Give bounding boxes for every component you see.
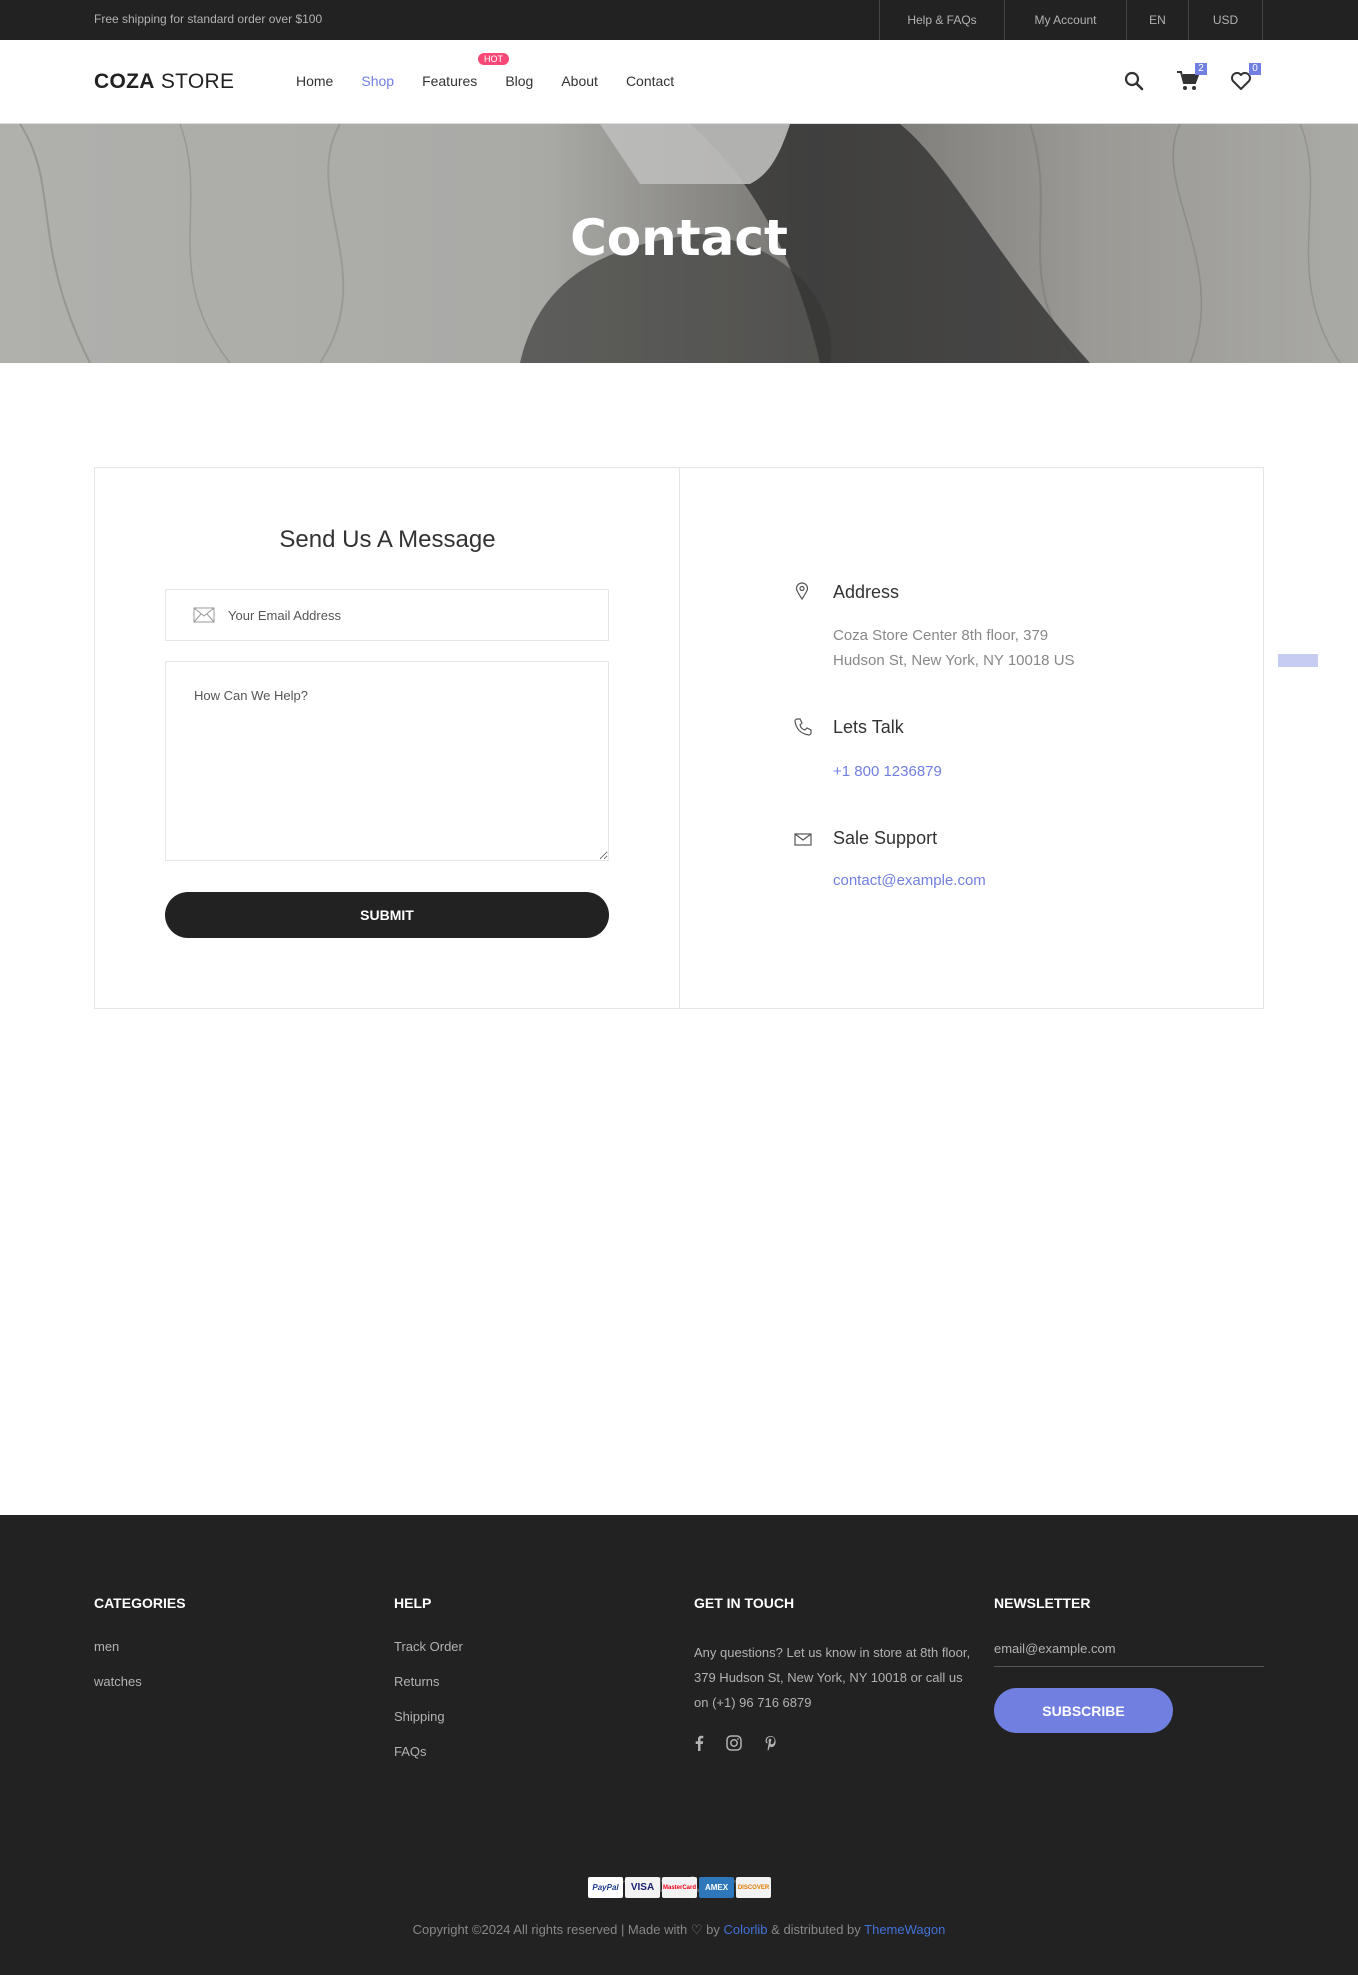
- get-in-touch-text: Any questions? Let us know in store at 8…: [694, 1645, 971, 1710]
- email-input[interactable]: [228, 590, 598, 640]
- newsletter-heading: NEWSLETTER: [994, 1595, 1091, 1611]
- address-line-1: Coza Store Center 8th floor, 379: [833, 627, 1049, 644]
- store-logo[interactable]: COZA STORE: [94, 70, 234, 94]
- top-links: Help & FAQs My Account EN USD: [879, 0, 1263, 40]
- discover-icon: DISCOVER: [736, 1877, 771, 1898]
- nav-contact[interactable]: Contact: [626, 73, 674, 89]
- footer-get-in-touch: GET IN TOUCH Any questions? Let us know …: [694, 1595, 970, 1751]
- nav-home[interactable]: Home: [296, 73, 333, 89]
- nav-about[interactable]: About: [561, 73, 598, 89]
- footer-categories: CATEGORIES men watches: [94, 1595, 186, 1689]
- nav-blog[interactable]: Blog: [505, 73, 533, 89]
- help-faqs-link[interactable]: Help & FAQs: [880, 0, 1005, 40]
- get-in-touch-heading: GET IN TOUCH: [694, 1595, 795, 1611]
- wishlist-count-badge: 0: [1249, 63, 1261, 75]
- main-header: COZA STORE Home Shop Features Blog About…: [0, 40, 1358, 124]
- faqs-link[interactable]: FAQs: [394, 1744, 427, 1759]
- currency-selector[interactable]: USD: [1189, 0, 1263, 40]
- message-field: [165, 661, 609, 861]
- side-tab[interactable]: [1278, 654, 1318, 667]
- track-order-link[interactable]: Track Order: [394, 1639, 463, 1654]
- phone-link[interactable]: +1 800 1236879: [833, 763, 942, 780]
- lets-talk-title: Lets Talk: [833, 717, 904, 737]
- categories-heading: CATEGORIES: [94, 1595, 186, 1611]
- amex-icon: AMEX: [699, 1877, 734, 1898]
- message-form: Send Us A Message SUBMIT: [95, 468, 680, 1008]
- submit-button[interactable]: SUBMIT: [165, 892, 609, 938]
- contact-section: Send Us A Message SUBMIT Address Coza St…: [94, 467, 1264, 1009]
- language-selector[interactable]: EN: [1127, 0, 1189, 40]
- category-link-watches[interactable]: watches: [94, 1674, 142, 1689]
- subscribe-button[interactable]: SUBSCRIBE: [994, 1688, 1173, 1733]
- my-account-link[interactable]: My Account: [1005, 0, 1127, 40]
- map-marker-icon: [795, 582, 809, 605]
- support-email-link[interactable]: contact@example.com: [833, 872, 986, 889]
- address-line-2: Hudson St, New York, NY 10018 US: [833, 652, 1075, 669]
- paypal-icon: PayPal: [588, 1877, 623, 1898]
- main-nav: Home Shop Features Blog About Contact: [296, 73, 702, 89]
- page-title: Contact: [570, 209, 788, 267]
- cart-count-badge: 2: [1195, 63, 1207, 75]
- mastercard-icon: MasterCard: [662, 1877, 697, 1898]
- nav-shop[interactable]: Shop: [361, 73, 394, 89]
- footer-help: HELP Track Order Returns Shipping FAQs: [394, 1595, 463, 1759]
- help-heading: HELP: [394, 1595, 432, 1611]
- phone-icon: [793, 717, 813, 742]
- shipping-promo: Free shipping for standard order over $1…: [94, 12, 323, 26]
- social-links: [694, 1735, 777, 1756]
- email-field: [165, 589, 609, 641]
- themewagon-link[interactable]: ThemeWagon: [864, 1922, 945, 1937]
- facebook-icon[interactable]: [694, 1735, 704, 1756]
- footer-newsletter: NEWSLETTER SUBSCRIBE: [994, 1595, 1264, 1733]
- pinterest-icon[interactable]: [764, 1735, 777, 1756]
- heart-icon: ♡: [690, 1922, 703, 1937]
- hero-banner: Contact: [0, 124, 1358, 363]
- form-heading: Send Us A Message: [279, 526, 496, 553]
- envelope-icon: [193, 607, 215, 628]
- footer: CATEGORIES men watches HELP Track Order …: [0, 1515, 1358, 1975]
- colorlib-link[interactable]: Colorlib: [723, 1922, 767, 1937]
- payment-methods: PayPal VISA MasterCard AMEX DISCOVER: [588, 1877, 771, 1898]
- visa-icon: VISA: [625, 1877, 660, 1898]
- envelope-icon: [794, 833, 812, 852]
- returns-link[interactable]: Returns: [394, 1674, 440, 1689]
- search-icon[interactable]: [1123, 70, 1145, 97]
- instagram-icon[interactable]: [726, 1735, 742, 1756]
- newsletter-email-input[interactable]: [994, 1631, 1264, 1667]
- shipping-link[interactable]: Shipping: [394, 1709, 445, 1724]
- sale-support-title: Sale Support: [833, 828, 938, 848]
- nav-features[interactable]: Features: [422, 73, 477, 89]
- address-title: Address: [833, 582, 900, 602]
- category-link-men[interactable]: men: [94, 1639, 119, 1654]
- message-textarea[interactable]: [166, 662, 608, 860]
- hot-badge: HOT: [478, 53, 509, 65]
- top-bar: Free shipping for standard order over $1…: [0, 0, 1358, 40]
- copyright: Copyright ©2024 All rights reserved | Ma…: [412, 1922, 946, 1937]
